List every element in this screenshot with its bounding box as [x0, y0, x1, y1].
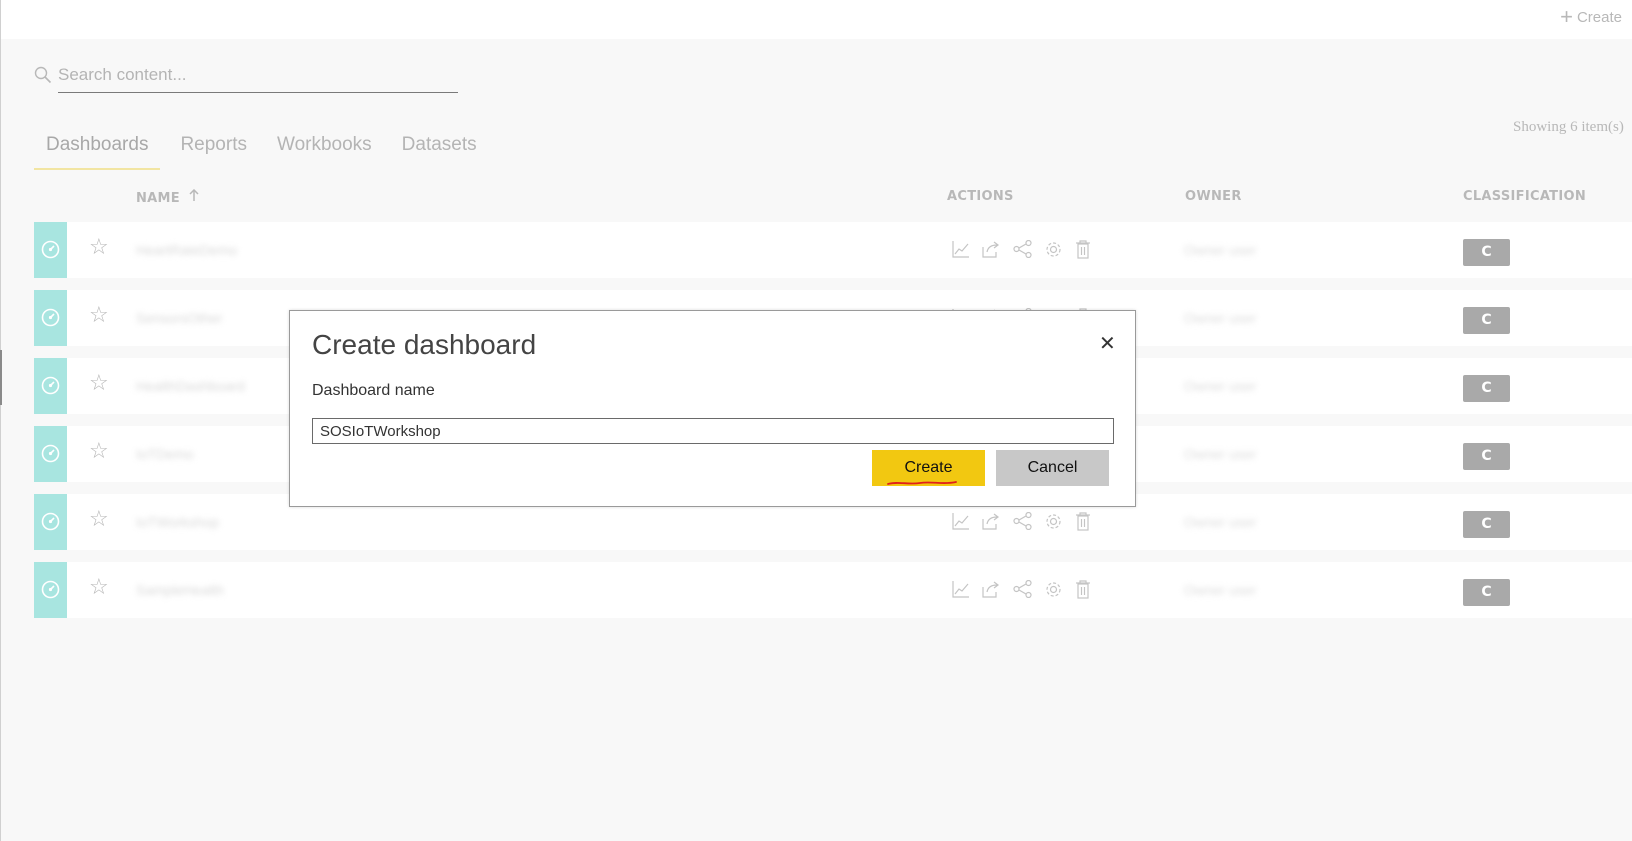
gear-icon[interactable]	[1044, 512, 1063, 531]
search-icon	[34, 66, 52, 84]
item-count: Showing 6 item(s)	[1513, 119, 1624, 135]
star-icon[interactable]: ☆	[89, 237, 109, 259]
classification-badge: C	[1463, 443, 1510, 470]
top-create-label: Create	[1576, 8, 1622, 26]
dashboard-tile-icon	[34, 562, 67, 618]
column-header-classification[interactable]: CLASSIFICATION	[1463, 189, 1586, 204]
connect-icon[interactable]	[1013, 580, 1032, 599]
column-header-owner[interactable]: OWNER	[1185, 189, 1242, 204]
classification-badge: C	[1463, 239, 1510, 266]
close-icon[interactable]: ✕	[1099, 331, 1116, 355]
analyze-icon[interactable]	[952, 580, 970, 599]
star-icon[interactable]: ☆	[89, 441, 109, 463]
search-box[interactable]: Search content...	[34, 62, 459, 94]
search-input[interactable]: Search content...	[58, 65, 187, 85]
row-owner: Owner user	[1184, 582, 1257, 598]
dashboard-name-input[interactable]	[312, 418, 1114, 444]
create-dashboard-dialog: Create dashboard ✕ Dashboard name Create…	[289, 310, 1136, 507]
dashboard-tile-icon	[34, 222, 67, 278]
star-icon[interactable]: ☆	[89, 373, 109, 395]
row-actions	[952, 512, 1091, 531]
share-icon[interactable]	[982, 512, 1001, 531]
tab-datasets[interactable]: Datasets	[390, 130, 487, 165]
left-border	[0, 0, 1, 841]
row-name[interactable]: IoTDemo	[136, 446, 194, 462]
dashboard-tile-icon	[34, 494, 67, 550]
row-name[interactable]: SampleHealth	[136, 582, 224, 598]
row-actions	[952, 240, 1091, 259]
star-icon[interactable]: ☆	[89, 305, 109, 327]
search-underline	[58, 92, 458, 93]
analyze-icon[interactable]	[952, 512, 970, 531]
dashboard-tile-icon	[34, 426, 67, 482]
column-header-actions: ACTIONS	[947, 189, 1014, 204]
table-row[interactable]: ☆ HeartRateDemo Owner user C	[34, 222, 1632, 278]
row-owner: Owner user	[1184, 446, 1257, 462]
star-icon[interactable]: ☆	[89, 509, 109, 531]
sort-ascending-icon	[189, 188, 199, 206]
classification-badge: C	[1463, 307, 1510, 334]
top-bar: + Create	[0, 0, 1632, 39]
row-name[interactable]: HealthDashboard	[136, 378, 245, 394]
dashboard-tile-icon	[34, 290, 67, 346]
tab-workbooks[interactable]: Workbooks	[265, 130, 382, 165]
dashboard-tile-icon	[34, 358, 67, 414]
row-owner: Owner user	[1184, 242, 1257, 258]
classification-badge: C	[1463, 579, 1510, 606]
classification-badge: C	[1463, 511, 1510, 538]
dashboard-name-label: Dashboard name	[312, 382, 435, 399]
share-icon[interactable]	[982, 580, 1001, 599]
row-name[interactable]: IoTWorkshop	[136, 514, 219, 530]
column-header-name[interactable]: NAME	[136, 188, 199, 206]
trash-icon[interactable]	[1075, 512, 1091, 531]
tab-dashboards[interactable]: Dashboards	[34, 130, 161, 170]
trash-icon[interactable]	[1075, 580, 1091, 599]
cancel-button[interactable]: Cancel	[996, 450, 1109, 486]
share-icon[interactable]	[982, 240, 1001, 259]
gear-icon[interactable]	[1044, 240, 1063, 259]
table-row[interactable]: ☆ SampleHealth Owner user C	[34, 562, 1632, 618]
row-owner: Owner user	[1184, 378, 1257, 394]
connect-icon[interactable]	[1013, 512, 1032, 531]
trash-icon[interactable]	[1075, 240, 1091, 259]
content-tabs: Dashboards Reports Workbooks Datasets	[34, 130, 495, 170]
row-owner: Owner user	[1184, 310, 1257, 326]
row-name[interactable]: SensorsOther	[136, 310, 222, 326]
dialog-title: Create dashboard	[312, 329, 537, 360]
top-create-button[interactable]: + Create	[1560, 4, 1622, 29]
plus-icon: +	[1560, 4, 1573, 29]
star-icon[interactable]: ☆	[89, 577, 109, 599]
column-header-name-label: NAME	[136, 191, 180, 206]
row-actions	[952, 580, 1091, 599]
classification-badge: C	[1463, 375, 1510, 402]
row-owner: Owner user	[1184, 514, 1257, 530]
row-name[interactable]: HeartRateDemo	[136, 242, 237, 258]
connect-icon[interactable]	[1013, 240, 1032, 259]
tab-reports[interactable]: Reports	[168, 130, 257, 165]
analyze-icon[interactable]	[952, 240, 970, 259]
left-border-marker	[0, 350, 2, 405]
gear-icon[interactable]	[1044, 580, 1063, 599]
red-underline-annotation	[887, 481, 957, 485]
